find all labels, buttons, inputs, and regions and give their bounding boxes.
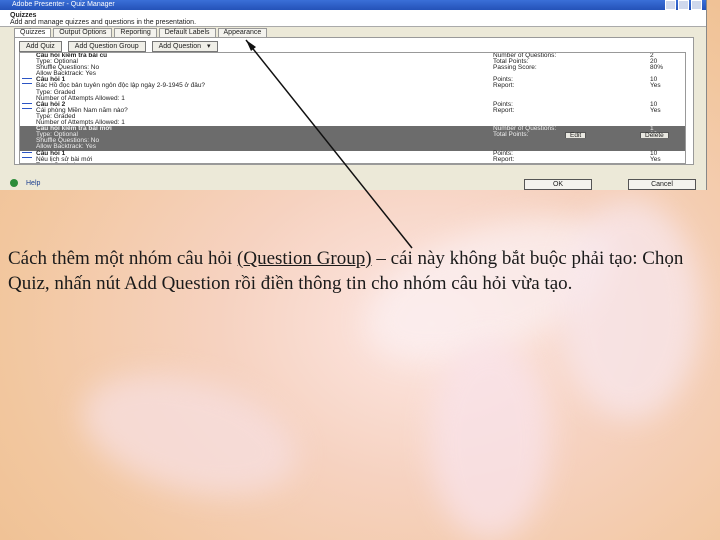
slide-caption: Cách thêm một nhóm câu hỏi (Question Gro… bbox=[8, 246, 714, 296]
caption-text-before: Cách thêm một nhóm câu hỏi bbox=[8, 248, 238, 269]
callout-line bbox=[245, 39, 413, 249]
callout-arrowhead bbox=[246, 40, 256, 51]
caption-question-group: (Question Group) bbox=[237, 248, 372, 269]
